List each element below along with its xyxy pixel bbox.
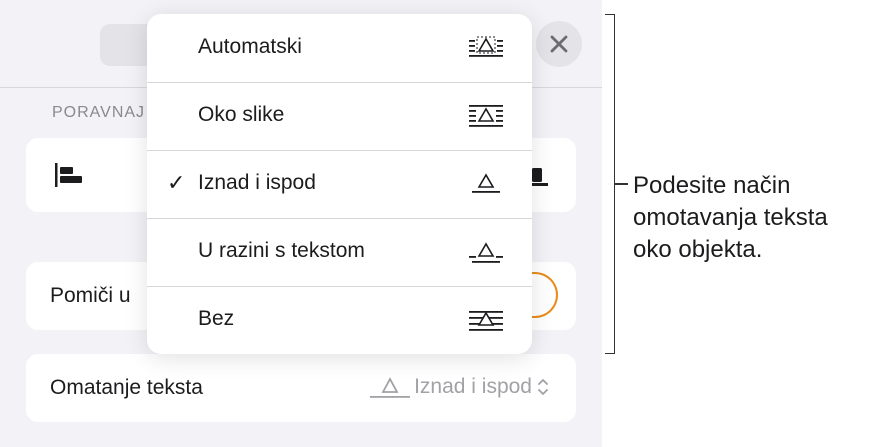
menu-item-around[interactable]: Oko slike: [147, 82, 532, 150]
wrap-inline-icon: [469, 242, 503, 263]
wrap-none-icon: [469, 311, 503, 331]
text-wrap-row[interactable]: Omatanje teksta Iznad i ispod: [26, 354, 576, 422]
align-left-icon[interactable]: [54, 162, 84, 188]
menu-item-none[interactable]: Bez: [147, 286, 532, 354]
wrap-around-icon: [469, 105, 503, 127]
menu-item-label: Bez: [198, 307, 235, 330]
close-button[interactable]: [536, 21, 582, 67]
callout-leader: [614, 183, 628, 185]
callout-line: oko objekta.: [633, 236, 763, 263]
close-icon: [550, 35, 568, 53]
menu-separator: [147, 82, 532, 83]
menu-item-label: Oko slike: [198, 103, 285, 126]
menu-separator: [147, 150, 532, 151]
text-wrap-value[interactable]: Iznad i ispod: [370, 374, 550, 400]
section-label: PORAVNAJ: [52, 104, 146, 121]
menu-item-automatic[interactable]: Automatski: [147, 14, 532, 82]
menu-item-above-below[interactable]: ✓ Iznad i ispod: [147, 150, 532, 218]
text-wrap-menu: Automatski Oko slike ✓ Iznad i ispod U r…: [147, 14, 532, 354]
menu-separator: [147, 286, 532, 287]
text-wrap-value-label: Iznad i ispod: [414, 375, 532, 398]
callout-line: omotavanja teksta: [633, 204, 828, 231]
wrap-above-below-icon: [370, 377, 411, 398]
checkmark-icon: ✓: [167, 170, 186, 195]
chevron-updown-icon: [538, 379, 548, 395]
menu-item-inline[interactable]: U razini s tekstom: [147, 218, 532, 286]
menu-item-label: Automatski: [198, 35, 302, 58]
callout-line: Podesite način: [633, 172, 791, 199]
menu-item-label: Iznad i ispod: [198, 171, 316, 194]
wrap-above-below-icon: [472, 173, 500, 193]
text-wrap-label: Omatanje teksta: [50, 376, 203, 399]
callout-text: Podesite način omotavanja teksta oko obj…: [633, 170, 828, 266]
wrap-automatic-icon: [469, 36, 503, 57]
menu-item-label: U razini s tekstom: [198, 239, 365, 262]
align-right-icon[interactable]: [530, 166, 548, 188]
menu-separator: [147, 218, 532, 219]
move-with-text-label: Pomiči u: [50, 284, 131, 307]
